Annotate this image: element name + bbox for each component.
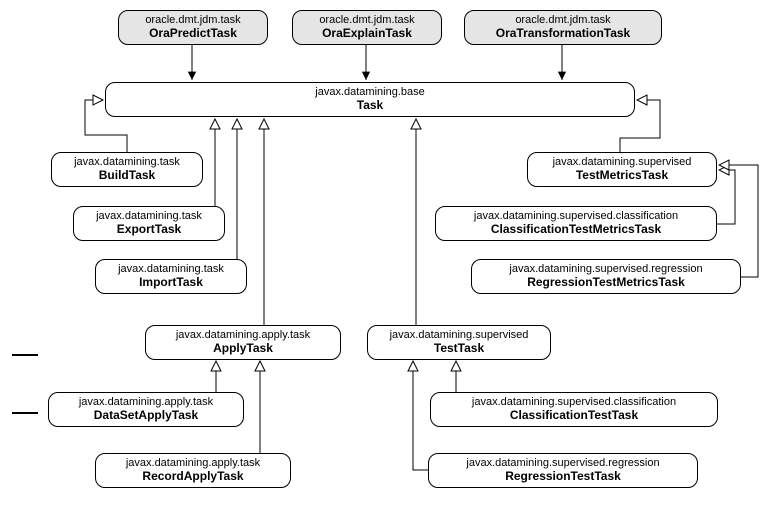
pkg-label: javax.datamining.task — [62, 156, 192, 169]
class-label: OraExplainTask — [303, 27, 431, 41]
node-orapredicttask: oracle.dmt.jdm.task OraPredictTask — [118, 10, 268, 45]
node-regressiontesttask: javax.datamining.supervised.regression R… — [428, 453, 698, 488]
pkg-label: javax.datamining.supervised.regression — [482, 263, 730, 276]
class-label: ImportTask — [106, 276, 236, 290]
pkg-label: oracle.dmt.jdm.task — [303, 14, 431, 27]
class-label: Task — [116, 99, 624, 113]
class-label: RecordApplyTask — [106, 470, 280, 484]
pkg-label: javax.datamining.supervised — [378, 329, 540, 342]
pkg-label: javax.datamining.apply.task — [59, 396, 233, 409]
class-label: ClassificationTestMetricsTask — [446, 223, 706, 237]
node-datasetapplytask: javax.datamining.apply.task DataSetApply… — [48, 392, 244, 427]
pkg-label: javax.datamining.supervised.regression — [439, 457, 687, 470]
node-buildtask: javax.datamining.task BuildTask — [51, 152, 203, 187]
pkg-label: javax.datamining.apply.task — [156, 329, 330, 342]
pkg-label: javax.datamining.supervised.classificati… — [446, 210, 706, 223]
edge-mark — [12, 354, 38, 356]
class-label: ClassificationTestTask — [441, 409, 707, 423]
pkg-label: javax.datamining.base — [116, 86, 624, 99]
pkg-label: javax.datamining.supervised — [538, 156, 706, 169]
node-testtask: javax.datamining.supervised TestTask — [367, 325, 551, 360]
pkg-label: javax.datamining.task — [84, 210, 214, 223]
class-label: RegressionTestTask — [439, 470, 687, 484]
node-classificationtestmetricstask: javax.datamining.supervised.classificati… — [435, 206, 717, 241]
node-applytask: javax.datamining.apply.task ApplyTask — [145, 325, 341, 360]
node-recordapplytask: javax.datamining.apply.task RecordApplyT… — [95, 453, 291, 488]
relationship-arrows — [0, 0, 773, 515]
node-regressiontestmetricstask: javax.datamining.supervised.regression R… — [471, 259, 741, 294]
pkg-label: oracle.dmt.jdm.task — [129, 14, 257, 27]
node-exporttask: javax.datamining.task ExportTask — [73, 206, 225, 241]
node-testmetricstask: javax.datamining.supervised TestMetricsT… — [527, 152, 717, 187]
node-task: javax.datamining.base Task — [105, 82, 635, 117]
class-label: BuildTask — [62, 169, 192, 183]
pkg-label: javax.datamining.apply.task — [106, 457, 280, 470]
node-oraexplaintask: oracle.dmt.jdm.task OraExplainTask — [292, 10, 442, 45]
node-importtask: javax.datamining.task ImportTask — [95, 259, 247, 294]
class-label: RegressionTestMetricsTask — [482, 276, 730, 290]
class-label: ExportTask — [84, 223, 214, 237]
class-label: TestTask — [378, 342, 540, 356]
class-label: DataSetApplyTask — [59, 409, 233, 423]
class-label: ApplyTask — [156, 342, 330, 356]
pkg-label: oracle.dmt.jdm.task — [475, 14, 651, 27]
class-label: OraTransformationTask — [475, 27, 651, 41]
node-oratransformationtask: oracle.dmt.jdm.task OraTransformationTas… — [464, 10, 662, 45]
edge-mark — [12, 412, 38, 414]
node-classificationtesttask: javax.datamining.supervised.classificati… — [430, 392, 718, 427]
class-label: OraPredictTask — [129, 27, 257, 41]
class-label: TestMetricsTask — [538, 169, 706, 183]
pkg-label: javax.datamining.task — [106, 263, 236, 276]
pkg-label: javax.datamining.supervised.classificati… — [441, 396, 707, 409]
